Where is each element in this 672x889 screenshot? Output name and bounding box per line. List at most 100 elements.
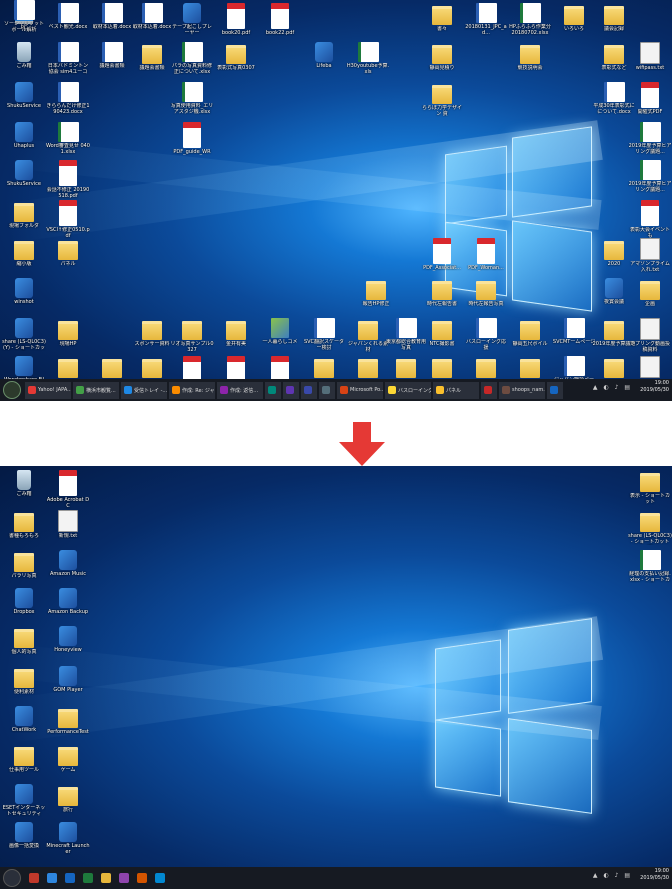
desktop-icon[interactable]: wifipass.txt bbox=[628, 42, 672, 71]
desktop-icon[interactable]: share (LS-QL0C3) - ショートカット (2) bbox=[628, 510, 672, 545]
desktop-icon[interactable]: 経理の支払い記録.xlsx - ショートカット bbox=[628, 550, 672, 583]
desktop-icon[interactable]: パラの写真資料修正について.xlsx bbox=[170, 42, 214, 75]
desktop-icon[interactable]: VSCI↑修正0510.pdf bbox=[46, 200, 90, 239]
desktop-icon[interactable]: HPふらふら作業分20180702.xlsx bbox=[508, 3, 552, 36]
desktop-icon[interactable]: 画像一括変換 bbox=[2, 822, 46, 849]
desktop-icon[interactable]: 取材本込着.docx bbox=[90, 3, 134, 30]
desktop-icon[interactable]: 便利素材 bbox=[2, 666, 46, 695]
desktop-icon[interactable]: ShukuService bbox=[2, 82, 46, 109]
desktop-icon[interactable]: ごみ箱 bbox=[2, 470, 46, 497]
taskbar-item[interactable] bbox=[547, 381, 563, 399]
desktop-icon[interactable]: 現場フォルダ bbox=[2, 200, 46, 229]
desktop-icon[interactable]: ベスト観光.docx bbox=[46, 3, 90, 30]
desktop-icon[interactable]: ESETインターネットセキュリティ bbox=[2, 784, 46, 817]
desktop-icon[interactable]: SVC翻訳スケーター検討 bbox=[302, 318, 346, 351]
desktop-icon[interactable]: Honeyview bbox=[46, 626, 90, 653]
desktop-icon[interactable]: PerformanceTest bbox=[46, 706, 90, 735]
desktop-icon[interactable]: 表彰大会イベントも bbox=[628, 200, 672, 239]
taskbar-item[interactable]: 作成: Re: ジャ... bbox=[169, 381, 215, 399]
desktop-icon[interactable]: 表示 - ショートカット bbox=[628, 470, 672, 505]
desktop-icon[interactable]: 議題会書類 bbox=[90, 42, 134, 69]
desktop-icon[interactable]: PDF_guide_WR bbox=[170, 122, 214, 155]
desktop-icon[interactable]: book20.pdf bbox=[214, 3, 258, 36]
desktop-icon[interactable]: 静岡五尺ボイル bbox=[508, 318, 552, 347]
explorer-icon[interactable] bbox=[101, 873, 111, 883]
desktop-icon[interactable]: 仕事用ツール bbox=[2, 744, 46, 773]
desktop-icon[interactable]: 議題会書類 bbox=[130, 42, 174, 71]
game-icon[interactable] bbox=[137, 873, 147, 883]
desktop-icon[interactable]: 取材本込着.docx bbox=[130, 3, 174, 30]
desktop-icon[interactable]: ごみ箱 bbox=[2, 42, 46, 69]
desktop-icon[interactable]: 新規.txt bbox=[46, 510, 90, 539]
desktop-icon[interactable]: 表彰式写真0307 bbox=[214, 42, 258, 71]
desktop-icon[interactable]: Dropbox bbox=[2, 588, 46, 615]
taskbar-item[interactable] bbox=[301, 381, 317, 399]
desktop-icon[interactable]: 議会記録 bbox=[592, 3, 636, 32]
browser-icon[interactable] bbox=[47, 873, 57, 883]
desktop-icon[interactable]: Minecraft Launcher bbox=[46, 822, 90, 855]
chat-icon[interactable] bbox=[155, 873, 165, 883]
desktop-icon[interactable]: ShukuService bbox=[2, 160, 46, 187]
desktop-icon[interactable]: 書々 bbox=[420, 3, 464, 32]
desktop-icon[interactable]: 書種もろもろ bbox=[2, 510, 46, 539]
taskbar-item[interactable] bbox=[481, 381, 497, 399]
desktop-icon[interactable]: Adobe Acrobat DC bbox=[46, 470, 90, 509]
taskbar-item[interactable]: 横浜市観覧... bbox=[73, 381, 119, 399]
desktop-icon[interactable]: NTC撮影書 bbox=[420, 318, 464, 347]
desktop-icon[interactable]: 競技説明会 bbox=[508, 42, 552, 71]
desktop-icon[interactable]: 時代左報告写真 bbox=[464, 278, 508, 307]
desktop-icon[interactable]: パラリ写真 bbox=[2, 550, 46, 579]
desktop-icon[interactable]: ゲーム bbox=[46, 744, 90, 773]
clock[interactable]: 19:00 2019/05/30 bbox=[640, 868, 669, 882]
desktop-icon[interactable]: Uhaplus bbox=[2, 122, 46, 149]
desktop-icon[interactable]: share (LS-QL0C3) (Y) - ショートカット bbox=[2, 318, 46, 351]
desktop-icon[interactable]: でプリング動画投稿資料 bbox=[628, 318, 672, 353]
desktop-icon[interactable]: 報告HP修正 bbox=[354, 278, 398, 307]
taskbar-item[interactable]: shoops_nam... bbox=[499, 381, 545, 399]
desktop-icon[interactable]: 静岡見積り bbox=[420, 42, 464, 71]
desktop-icon[interactable]: アマゾンプライム入れ.txt bbox=[628, 238, 672, 273]
desktop-icon[interactable]: パネル bbox=[46, 238, 90, 267]
desktop-icon[interactable]: リオ写真サンプル0327 bbox=[170, 318, 214, 353]
desktop-icon[interactable]: 金井有美 bbox=[214, 318, 258, 347]
desktop-icon[interactable]: Amazon Music bbox=[46, 550, 90, 577]
desktop-icon[interactable]: 2019年度予算ヒアリング議題... bbox=[628, 122, 672, 155]
desktop-icon[interactable]: きららんだけ修正190423.docx bbox=[46, 82, 90, 115]
taskbar-item[interactable]: Microsoft Po... bbox=[337, 381, 383, 399]
start-button[interactable] bbox=[3, 381, 21, 399]
desktop-icon[interactable]: Word審査見せ 0401.xlsx bbox=[46, 122, 90, 155]
desktop-icon[interactable]: winshot bbox=[2, 278, 46, 305]
taskbar-item[interactable] bbox=[319, 381, 335, 399]
desktop-icon[interactable]: 開催式PDF bbox=[628, 82, 672, 115]
system-tray-icons[interactable]: ▲ ◐ ♪ ▤ bbox=[593, 384, 632, 391]
taskbar-item[interactable]: バスローイング... bbox=[385, 381, 431, 399]
desktop-icon[interactable]: Lifeba bbox=[302, 42, 346, 69]
taskbar-item[interactable]: 受信トレイ -... bbox=[121, 381, 167, 399]
taskbar-item[interactable] bbox=[283, 381, 299, 399]
desktop-icon[interactable]: PDF_Woman... bbox=[464, 238, 508, 271]
desktop-icon[interactable]: 一人暮らしコメ bbox=[258, 318, 302, 345]
clock[interactable]: 19:00 2019/05/30 bbox=[640, 380, 669, 394]
desktop-icon[interactable]: 旅行 bbox=[46, 784, 90, 813]
desktop-icon[interactable]: ChatWork bbox=[2, 706, 46, 733]
desktop-icon[interactable]: 企画 bbox=[628, 278, 672, 307]
desktop-icon[interactable]: 会話不修正 20190518.pdf bbox=[46, 160, 90, 199]
task-view-icon[interactable] bbox=[29, 873, 39, 883]
desktop-icon[interactable]: 写真使用資料_エリアスタジ機.xlsx bbox=[170, 82, 214, 115]
taskbar-item[interactable] bbox=[265, 381, 281, 399]
desktop-icon[interactable]: 現場HP bbox=[46, 318, 90, 347]
desktop-icon[interactable]: GOM Player bbox=[46, 666, 90, 693]
desktop-icon[interactable]: バスローイング応援 bbox=[464, 318, 508, 351]
desktop-icon[interactable]: いろいろ bbox=[552, 3, 596, 32]
desktop-icon[interactable]: Amazon Backup bbox=[46, 588, 90, 615]
desktop-icon[interactable]: ソーシャルフットボール解析 bbox=[2, 0, 46, 33]
desktop-icon[interactable]: 2019年度予算ヒアリング議題... bbox=[628, 160, 672, 193]
desktop-icon[interactable]: 日本バドミントン協会 sim4ユーコー... bbox=[46, 42, 90, 75]
excel-icon[interactable] bbox=[83, 873, 93, 883]
desktop-icon[interactable]: ららぽ力学デザイン 資 bbox=[420, 82, 464, 117]
mail-icon[interactable] bbox=[65, 873, 75, 883]
desktop-icon[interactable]: 20180131_JPC_ad... bbox=[464, 3, 508, 36]
desktop-icon[interactable]: 個人的写真 bbox=[2, 626, 46, 655]
desktop-icon[interactable]: スポンサー資料 bbox=[130, 318, 174, 347]
start-button[interactable] bbox=[3, 869, 21, 887]
